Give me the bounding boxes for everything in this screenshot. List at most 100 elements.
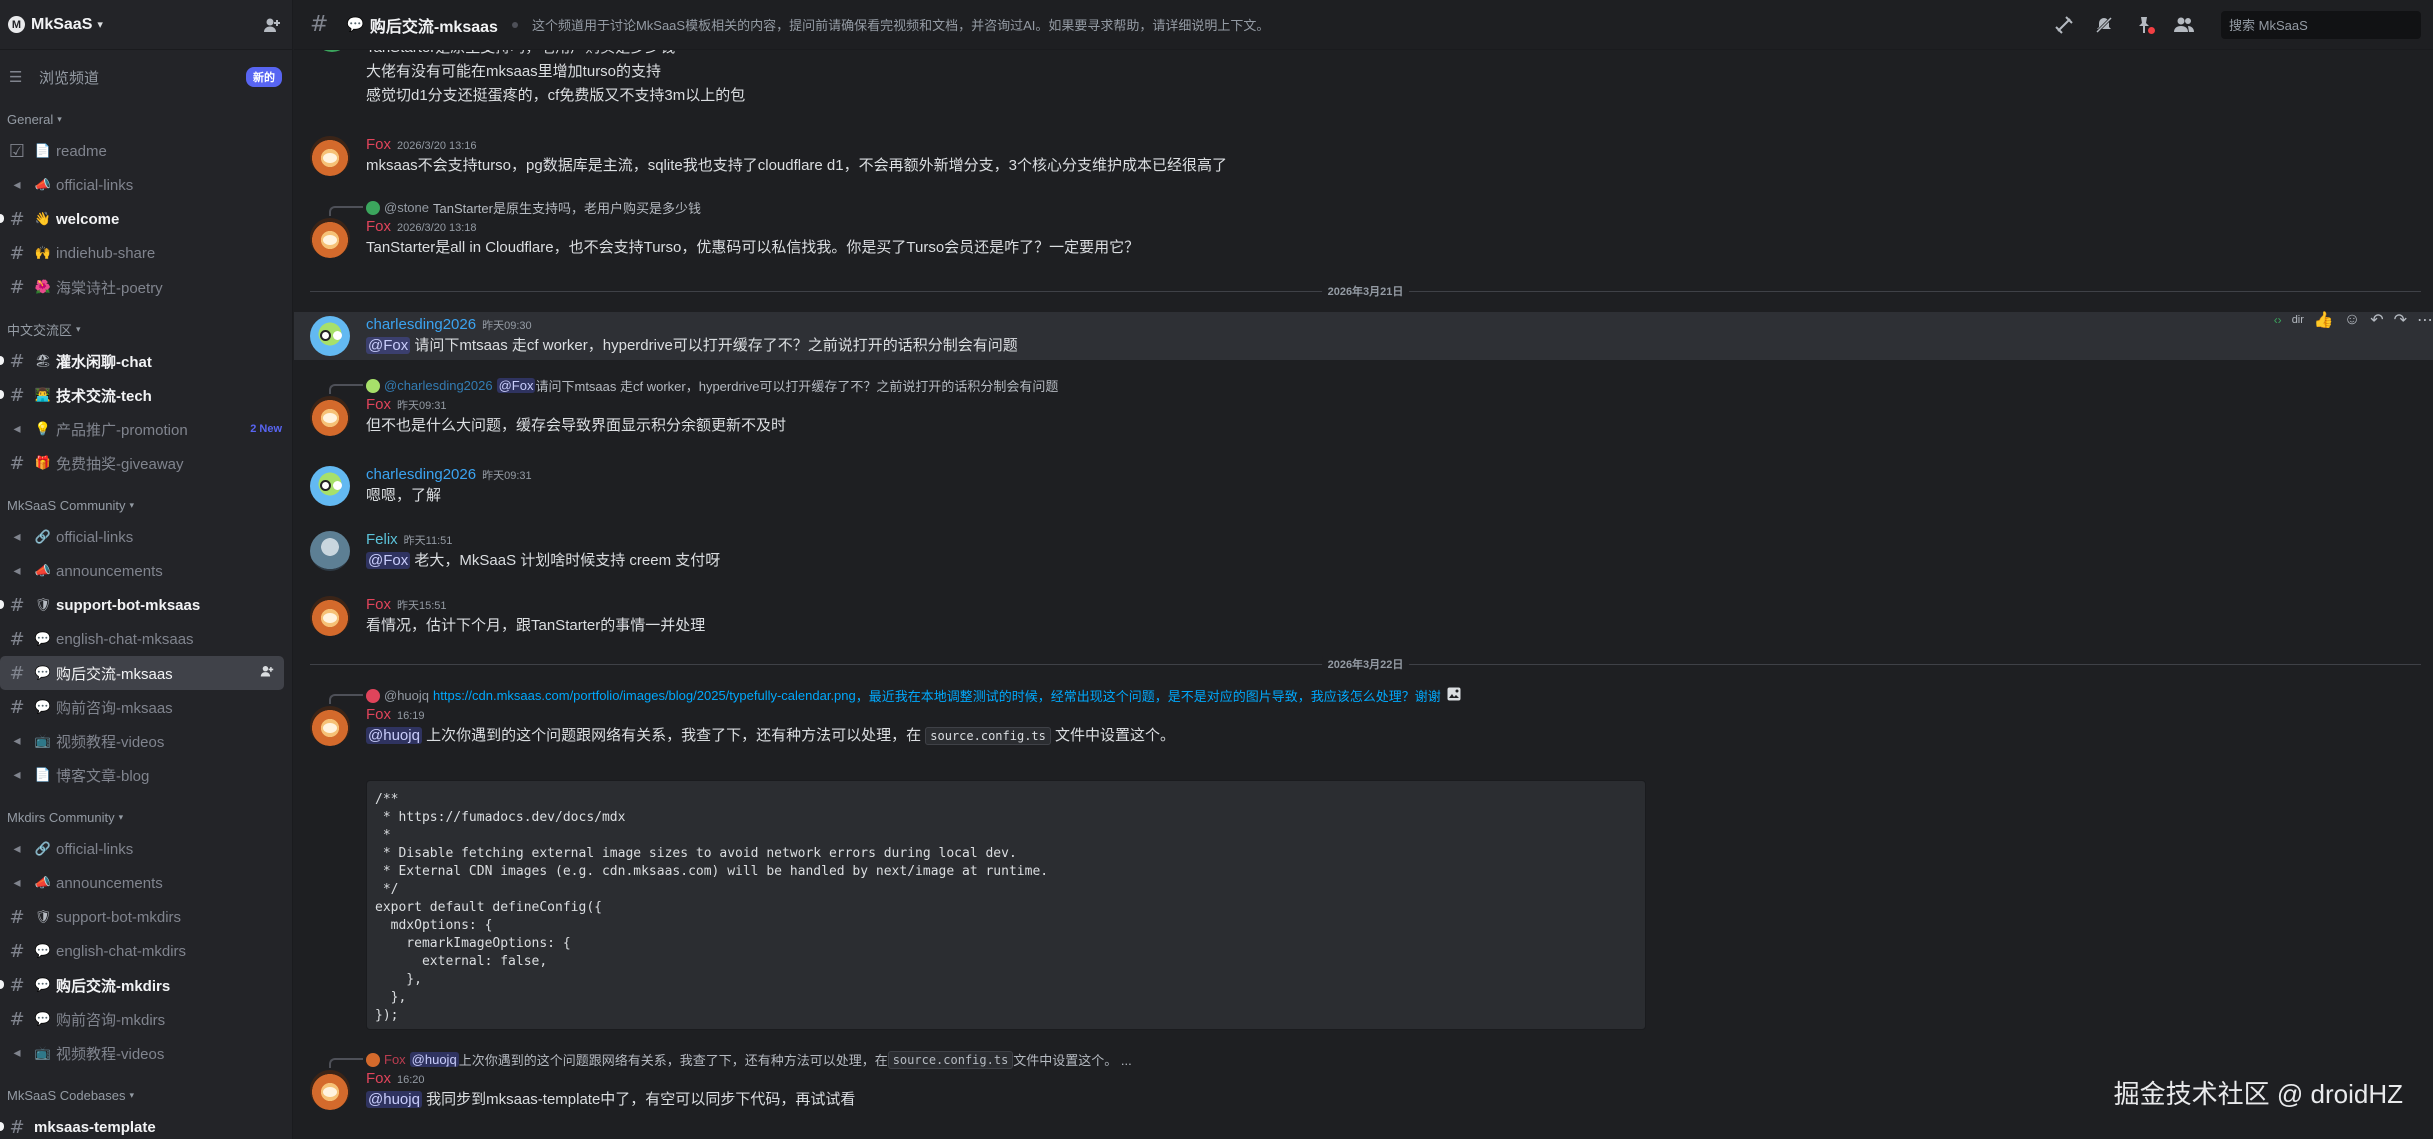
reply-preview[interactable]: @huojq https://cdn.mksaas.com/portfolio/… xyxy=(366,686,1461,705)
timestamp: 16:19 xyxy=(397,710,425,722)
avatar[interactable] xyxy=(310,1070,350,1110)
sidebar-channel[interactable]: # 💬 购后交流-mkdirs xyxy=(0,968,292,1002)
server-header[interactable]: M MkSaaS ▾ xyxy=(0,0,292,50)
invite-people-icon[interactable] xyxy=(260,664,274,683)
user-mention[interactable]: @Fox xyxy=(366,337,411,354)
sidebar-channel[interactable]: ◂ 📣 official-links xyxy=(0,168,292,202)
reply-author[interactable]: Fox xyxy=(384,1052,406,1067)
notification-muted-icon[interactable] xyxy=(2093,14,2115,36)
user-mention[interactable]: @huojq xyxy=(409,1052,459,1067)
category-label: MkSaaS Codebases xyxy=(7,1087,126,1103)
sidebar-channel[interactable]: # 💬 english-chat-mksaas xyxy=(0,622,292,656)
search-input[interactable]: 搜索 MkSaaS xyxy=(2221,10,2421,39)
hash-icon: # xyxy=(9,1008,25,1030)
avatar[interactable] xyxy=(310,706,350,746)
sidebar-channel[interactable]: # 💬 english-chat-mkdirs xyxy=(0,934,292,968)
code-block[interactable]: /** * https://fumadocs.dev/docs/mdx * * … xyxy=(366,780,1646,1030)
message-text: 但不也是什么大问题，缓存会导致界面显示积分余额更新不及时 xyxy=(366,417,787,434)
channel-emoji-icon: 💡 xyxy=(34,421,52,437)
sidebar-channel[interactable]: # mksaas-template xyxy=(0,1110,292,1139)
avatar[interactable] xyxy=(310,531,350,571)
add-reaction-icon[interactable]: ☺ xyxy=(2344,311,2360,329)
sidebar-channel[interactable]: # 🎁 免费抽奖-giveaway xyxy=(0,446,292,480)
category-header[interactable]: 中文交流区 ▾ xyxy=(0,318,292,340)
sidebar-channel[interactable]: # 🏖 灌水闲聊-chat xyxy=(0,344,292,378)
reply-preview[interactable]: Fox @huojq 上次你遇到的这个问题跟网络有关系，我查了下，还有种方法可以… xyxy=(366,1050,1132,1069)
reply-preview[interactable]: @stone TanStarter是原生支持吗，老用户购买是多少钱 xyxy=(366,198,701,217)
sidebar-channel[interactable]: # 🌺 海棠诗社-poetry xyxy=(0,270,292,304)
sidebar-channel[interactable]: # 🙌 indiehub-share xyxy=(0,236,292,270)
channel-emoji-icon: 💬 xyxy=(34,699,52,715)
avatar[interactable] xyxy=(314,50,350,52)
category-header[interactable]: MkSaaS Codebases ▾ xyxy=(0,1084,292,1106)
thumbs-up-icon[interactable]: 👍 xyxy=(2314,310,2334,330)
reply-preview[interactable]: @charlesding2026 @Fox 请问下mtsaas 走cf work… xyxy=(366,376,1058,395)
category-header[interactable]: MkSaaS Community ▾ xyxy=(0,494,292,516)
reply-link[interactable]: https://cdn.mksaas.com/portfolio/images/… xyxy=(433,688,856,703)
category-label: MkSaaS Community xyxy=(7,497,126,513)
user-mention[interactable]: @Fox xyxy=(366,552,411,569)
sidebar-channel[interactable]: ◂ 🔗 official-links xyxy=(0,520,292,554)
category-header[interactable]: Mkdirs Community ▾ xyxy=(0,806,292,828)
hash-icon: # xyxy=(9,1116,25,1138)
sidebar-channel[interactable]: ◂ 📄 博客文章-blog xyxy=(0,758,292,792)
author-name[interactable]: Fox xyxy=(366,136,391,153)
sidebar-channel[interactable]: # 🛡 support-bot-mkdirs xyxy=(0,900,292,934)
browse-channels[interactable]: ☰ 浏览频道 新的 xyxy=(0,60,292,94)
sidebar-channel[interactable]: # 🛡 support-bot-mksaas xyxy=(0,588,292,622)
more-icon[interactable]: ⋯ xyxy=(2417,310,2433,330)
reply-author[interactable]: @stone xyxy=(384,200,429,215)
reply-author[interactable]: @huojq xyxy=(384,688,429,703)
author-name[interactable]: Felix xyxy=(366,531,398,548)
member-list-icon[interactable] xyxy=(2173,14,2195,36)
hash-icon: # xyxy=(9,906,25,928)
sidebar-channel[interactable]: ◂ 📣 announcements xyxy=(0,866,292,900)
channel-name: announcements xyxy=(56,562,163,580)
channel-name: 免费抽奖-giveaway xyxy=(56,455,184,473)
timestamp: 昨天09:30 xyxy=(482,320,532,332)
megaphone-icon: ◂ xyxy=(13,841,21,857)
channel-topic[interactable]: 这个频道用于讨论MkSaaS模板相关的内容，提问前请确保看完视频和文档，并咨询过… xyxy=(532,15,1269,34)
user-mention[interactable]: @Fox xyxy=(496,378,536,393)
sidebar-channel[interactable]: # 👨‍💻 技术交流-tech xyxy=(0,378,292,412)
user-mention[interactable]: @huojq xyxy=(366,1091,422,1108)
reaction-code-icon[interactable]: ‹› xyxy=(2274,313,2282,327)
invite-people-icon[interactable] xyxy=(262,15,282,35)
avatar[interactable] xyxy=(310,136,350,176)
sidebar-channel[interactable]: ◂ 💡 产品推广-promotion 2 New xyxy=(0,412,292,446)
sidebar-channel[interactable]: ☑ 📄 readme xyxy=(0,134,292,168)
author-name[interactable]: Fox xyxy=(366,1070,391,1087)
avatar[interactable] xyxy=(310,396,350,436)
author-name[interactable]: Fox xyxy=(366,396,391,413)
author-name[interactable]: charlesding2026 xyxy=(366,466,476,483)
avatar[interactable] xyxy=(310,466,350,506)
forward-icon[interactable]: ↷ xyxy=(2394,310,2407,330)
category-header[interactable]: General ▾ xyxy=(0,108,292,130)
sidebar-channel[interactable]: ◂ 📺 视频教程-videos xyxy=(0,1036,292,1070)
author-name[interactable]: charlesding2026 xyxy=(366,316,476,333)
author-name[interactable]: Fox xyxy=(366,596,391,613)
sidebar-channel[interactable]: # 👋 welcome xyxy=(0,202,292,236)
author-name[interactable]: Fox xyxy=(366,706,391,723)
reply-author[interactable]: @charlesding2026 xyxy=(384,378,493,393)
avatar[interactable] xyxy=(310,218,350,258)
reaction-dir-icon[interactable]: dir xyxy=(2292,314,2304,326)
author-name[interactable]: Fox xyxy=(366,218,391,235)
reply-icon[interactable]: ↶ xyxy=(2370,310,2383,330)
pinned-messages-icon[interactable] xyxy=(2133,14,2155,36)
threads-icon[interactable] xyxy=(2053,14,2075,36)
reply-avatar xyxy=(366,200,380,215)
sidebar-channel[interactable]: ◂ 📣 announcements xyxy=(0,554,292,588)
user-mention[interactable]: @huojq xyxy=(366,727,422,744)
sidebar-channel[interactable]: ◂ 🔗 official-links xyxy=(0,832,292,866)
avatar[interactable] xyxy=(310,596,350,636)
message-text: 大佬有没有可能在mksaas里增加turso的支持 xyxy=(366,63,662,80)
avatar[interactable] xyxy=(310,316,350,356)
browse-channels-label: 浏览频道 xyxy=(39,69,100,87)
sidebar-channel[interactable]: # 💬 购后交流-mksaas xyxy=(0,656,284,690)
sidebar-channel[interactable]: # 💬 购前咨询-mksaas xyxy=(0,690,292,724)
reply-spine xyxy=(329,206,363,216)
sidebar-channel[interactable]: ◂ 📺 视频教程-videos xyxy=(0,724,292,758)
sidebar-channel[interactable]: # 💬 购前咨询-mkdirs xyxy=(0,1002,292,1036)
message-text: 请问下mtsaas 走cf worker，hyperdrive可以打开缓存了不？… xyxy=(410,337,1018,354)
